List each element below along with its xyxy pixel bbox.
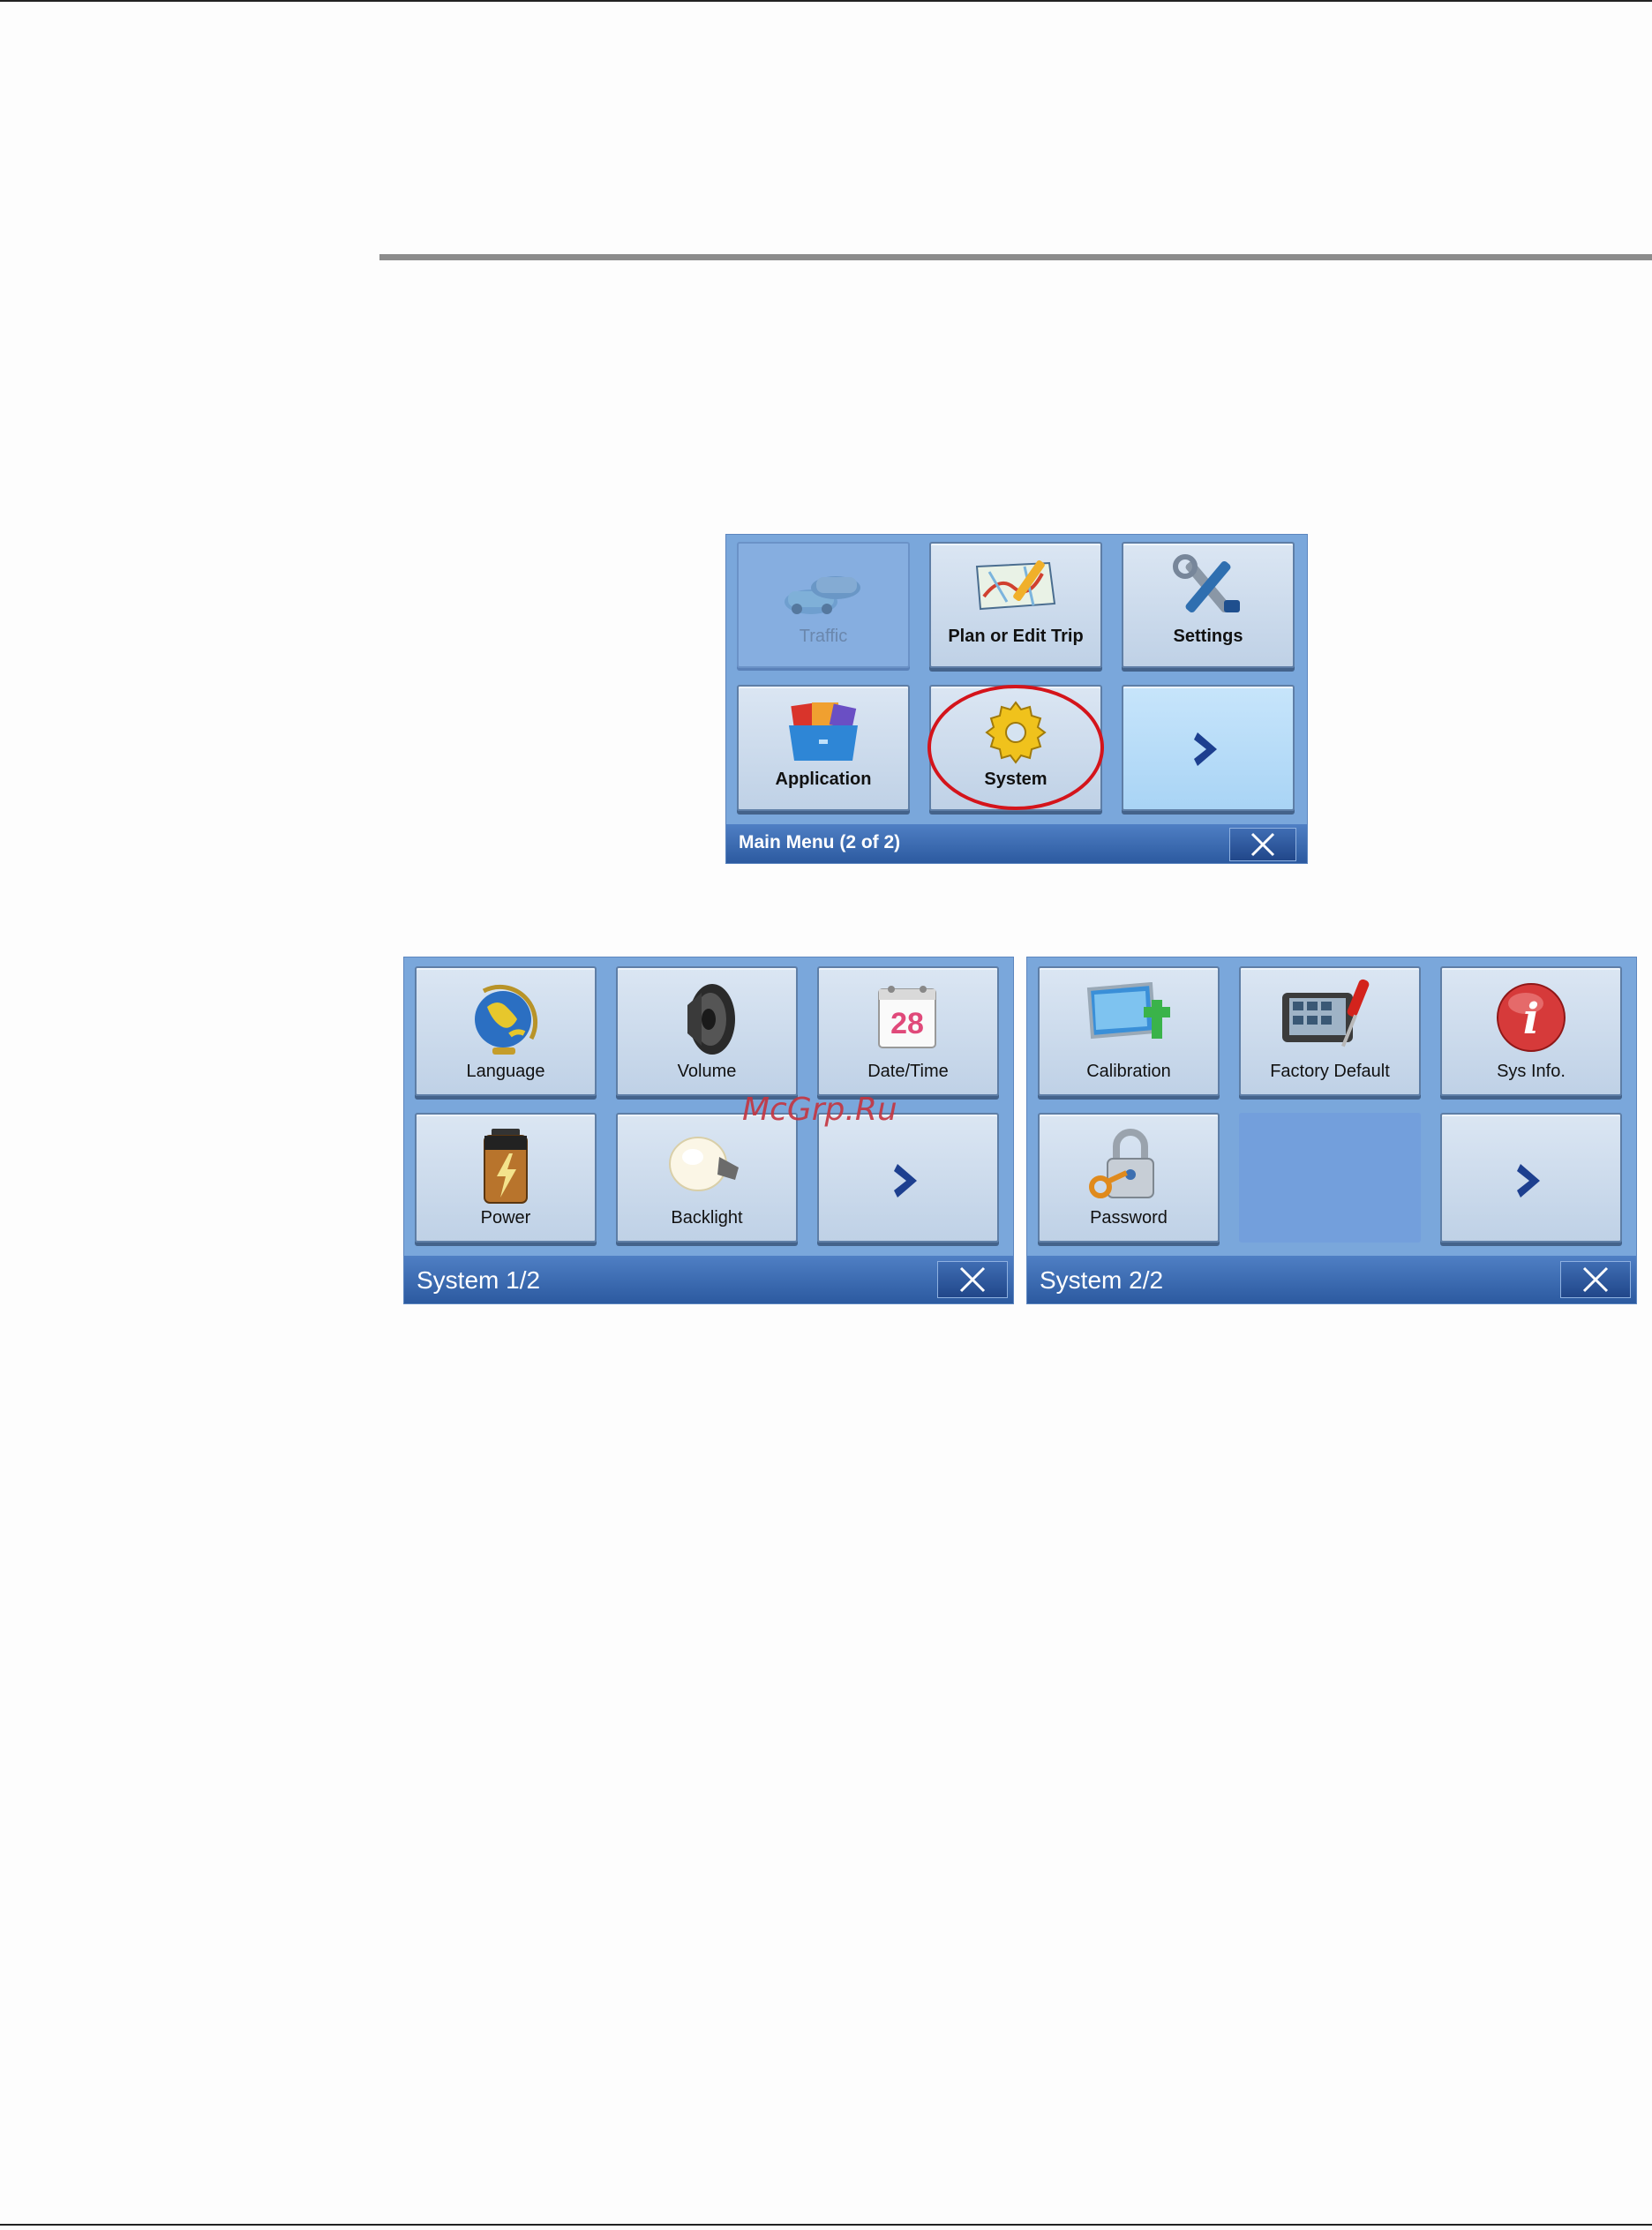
battery-icon: [484, 1129, 528, 1204]
section-divider: [379, 254, 1652, 260]
password-label: Password: [1090, 1208, 1168, 1228]
backlight-button[interactable]: Backlight: [616, 1113, 798, 1243]
system-1-screen: Language Volume 28 Date/Time Power Backl…: [403, 957, 1014, 1304]
settings-button[interactable]: Settings: [1122, 542, 1295, 668]
volume-label: Volume: [677, 1062, 737, 1081]
calendar-day: 28: [890, 1007, 924, 1040]
main-menu-title-bar: Main Menu (2 of 2): [726, 824, 1307, 863]
power-label: Power: [480, 1208, 531, 1228]
language-button[interactable]: Language: [415, 966, 597, 1096]
globe-icon: [475, 984, 538, 1055]
traffic-button[interactable]: Traffic: [737, 542, 910, 668]
system-2-title-bar: System 2/2: [1027, 1256, 1636, 1303]
empty-slot: [1239, 1113, 1421, 1243]
password-button[interactable]: Password: [1038, 1113, 1220, 1243]
main-menu-screen: Traffic Plan or Edit Trip Settings Appli…: [725, 534, 1308, 864]
chevron-right-icon: [894, 1164, 917, 1198]
close-icon: [959, 1266, 986, 1293]
info-glyph: i: [1523, 995, 1539, 1044]
page-bottom-rule: [0, 2224, 1652, 2226]
language-label: Language: [466, 1062, 545, 1081]
chevron-right-icon: [1194, 732, 1217, 766]
factory-default-label: Factory Default: [1270, 1062, 1390, 1081]
calibration-label: Calibration: [1086, 1062, 1171, 1081]
info-icon: i: [1497, 983, 1566, 1052]
next-page-button[interactable]: [1122, 685, 1295, 811]
speaker-icon: [687, 984, 735, 1055]
page-top-rule: [0, 0, 1652, 2]
system-2-screen: Calibration Factory Default i Sys Info.: [1026, 957, 1637, 1304]
sys-info-label: Sys Info.: [1497, 1062, 1566, 1081]
light-bulb-icon: [669, 1137, 739, 1191]
system-1-title-bar: System 1/2: [404, 1256, 1013, 1303]
tools-icon: [1173, 554, 1240, 613]
application-label: Application: [775, 770, 872, 789]
calendar-icon: 28: [878, 986, 936, 1048]
map-pen-icon: [975, 560, 1056, 611]
system-2-title: System 2/2: [1040, 1266, 1164, 1294]
application-button[interactable]: Application: [737, 685, 910, 811]
date-time-button[interactable]: 28 Date/Time: [817, 966, 999, 1096]
backlight-label: Backlight: [671, 1208, 743, 1228]
system-1-title: System 1/2: [417, 1266, 541, 1294]
factory-default-button[interactable]: Factory Default: [1239, 966, 1421, 1096]
traffic-cars-icon: [785, 576, 860, 614]
calibration-button[interactable]: Calibration: [1038, 966, 1220, 1096]
chevron-right-icon: [1517, 1164, 1540, 1198]
device-screwdriver-icon: [1282, 979, 1370, 1047]
sys-info-button[interactable]: i Sys Info.: [1440, 966, 1622, 1096]
main-menu-close-button[interactable]: [1229, 828, 1296, 861]
close-icon: [1582, 1266, 1609, 1293]
plan-or-edit-trip-button[interactable]: Plan or Edit Trip: [929, 542, 1102, 668]
main-menu-title: Main Menu (2 of 2): [739, 832, 901, 852]
system-2-next-button[interactable]: [1440, 1113, 1622, 1243]
system-highlight-ring: [927, 685, 1104, 810]
close-icon: [1250, 832, 1275, 857]
calibration-screen-icon: [1086, 982, 1170, 1040]
application-folder-icon: [789, 702, 858, 761]
traffic-label: Traffic: [799, 627, 848, 646]
system-1-next-button[interactable]: [817, 1113, 999, 1243]
padlock-key-icon: [1089, 1129, 1154, 1198]
power-button[interactable]: Power: [415, 1113, 597, 1243]
settings-label: Settings: [1173, 627, 1243, 646]
plan-or-edit-trip-label: Plan or Edit Trip: [948, 627, 1084, 646]
volume-button[interactable]: Volume: [616, 966, 798, 1096]
system-2-close-button[interactable]: [1560, 1261, 1631, 1298]
watermark: McGrp.Ru: [742, 1092, 897, 1128]
date-time-label: Date/Time: [867, 1062, 949, 1081]
system-1-close-button[interactable]: [937, 1261, 1008, 1298]
